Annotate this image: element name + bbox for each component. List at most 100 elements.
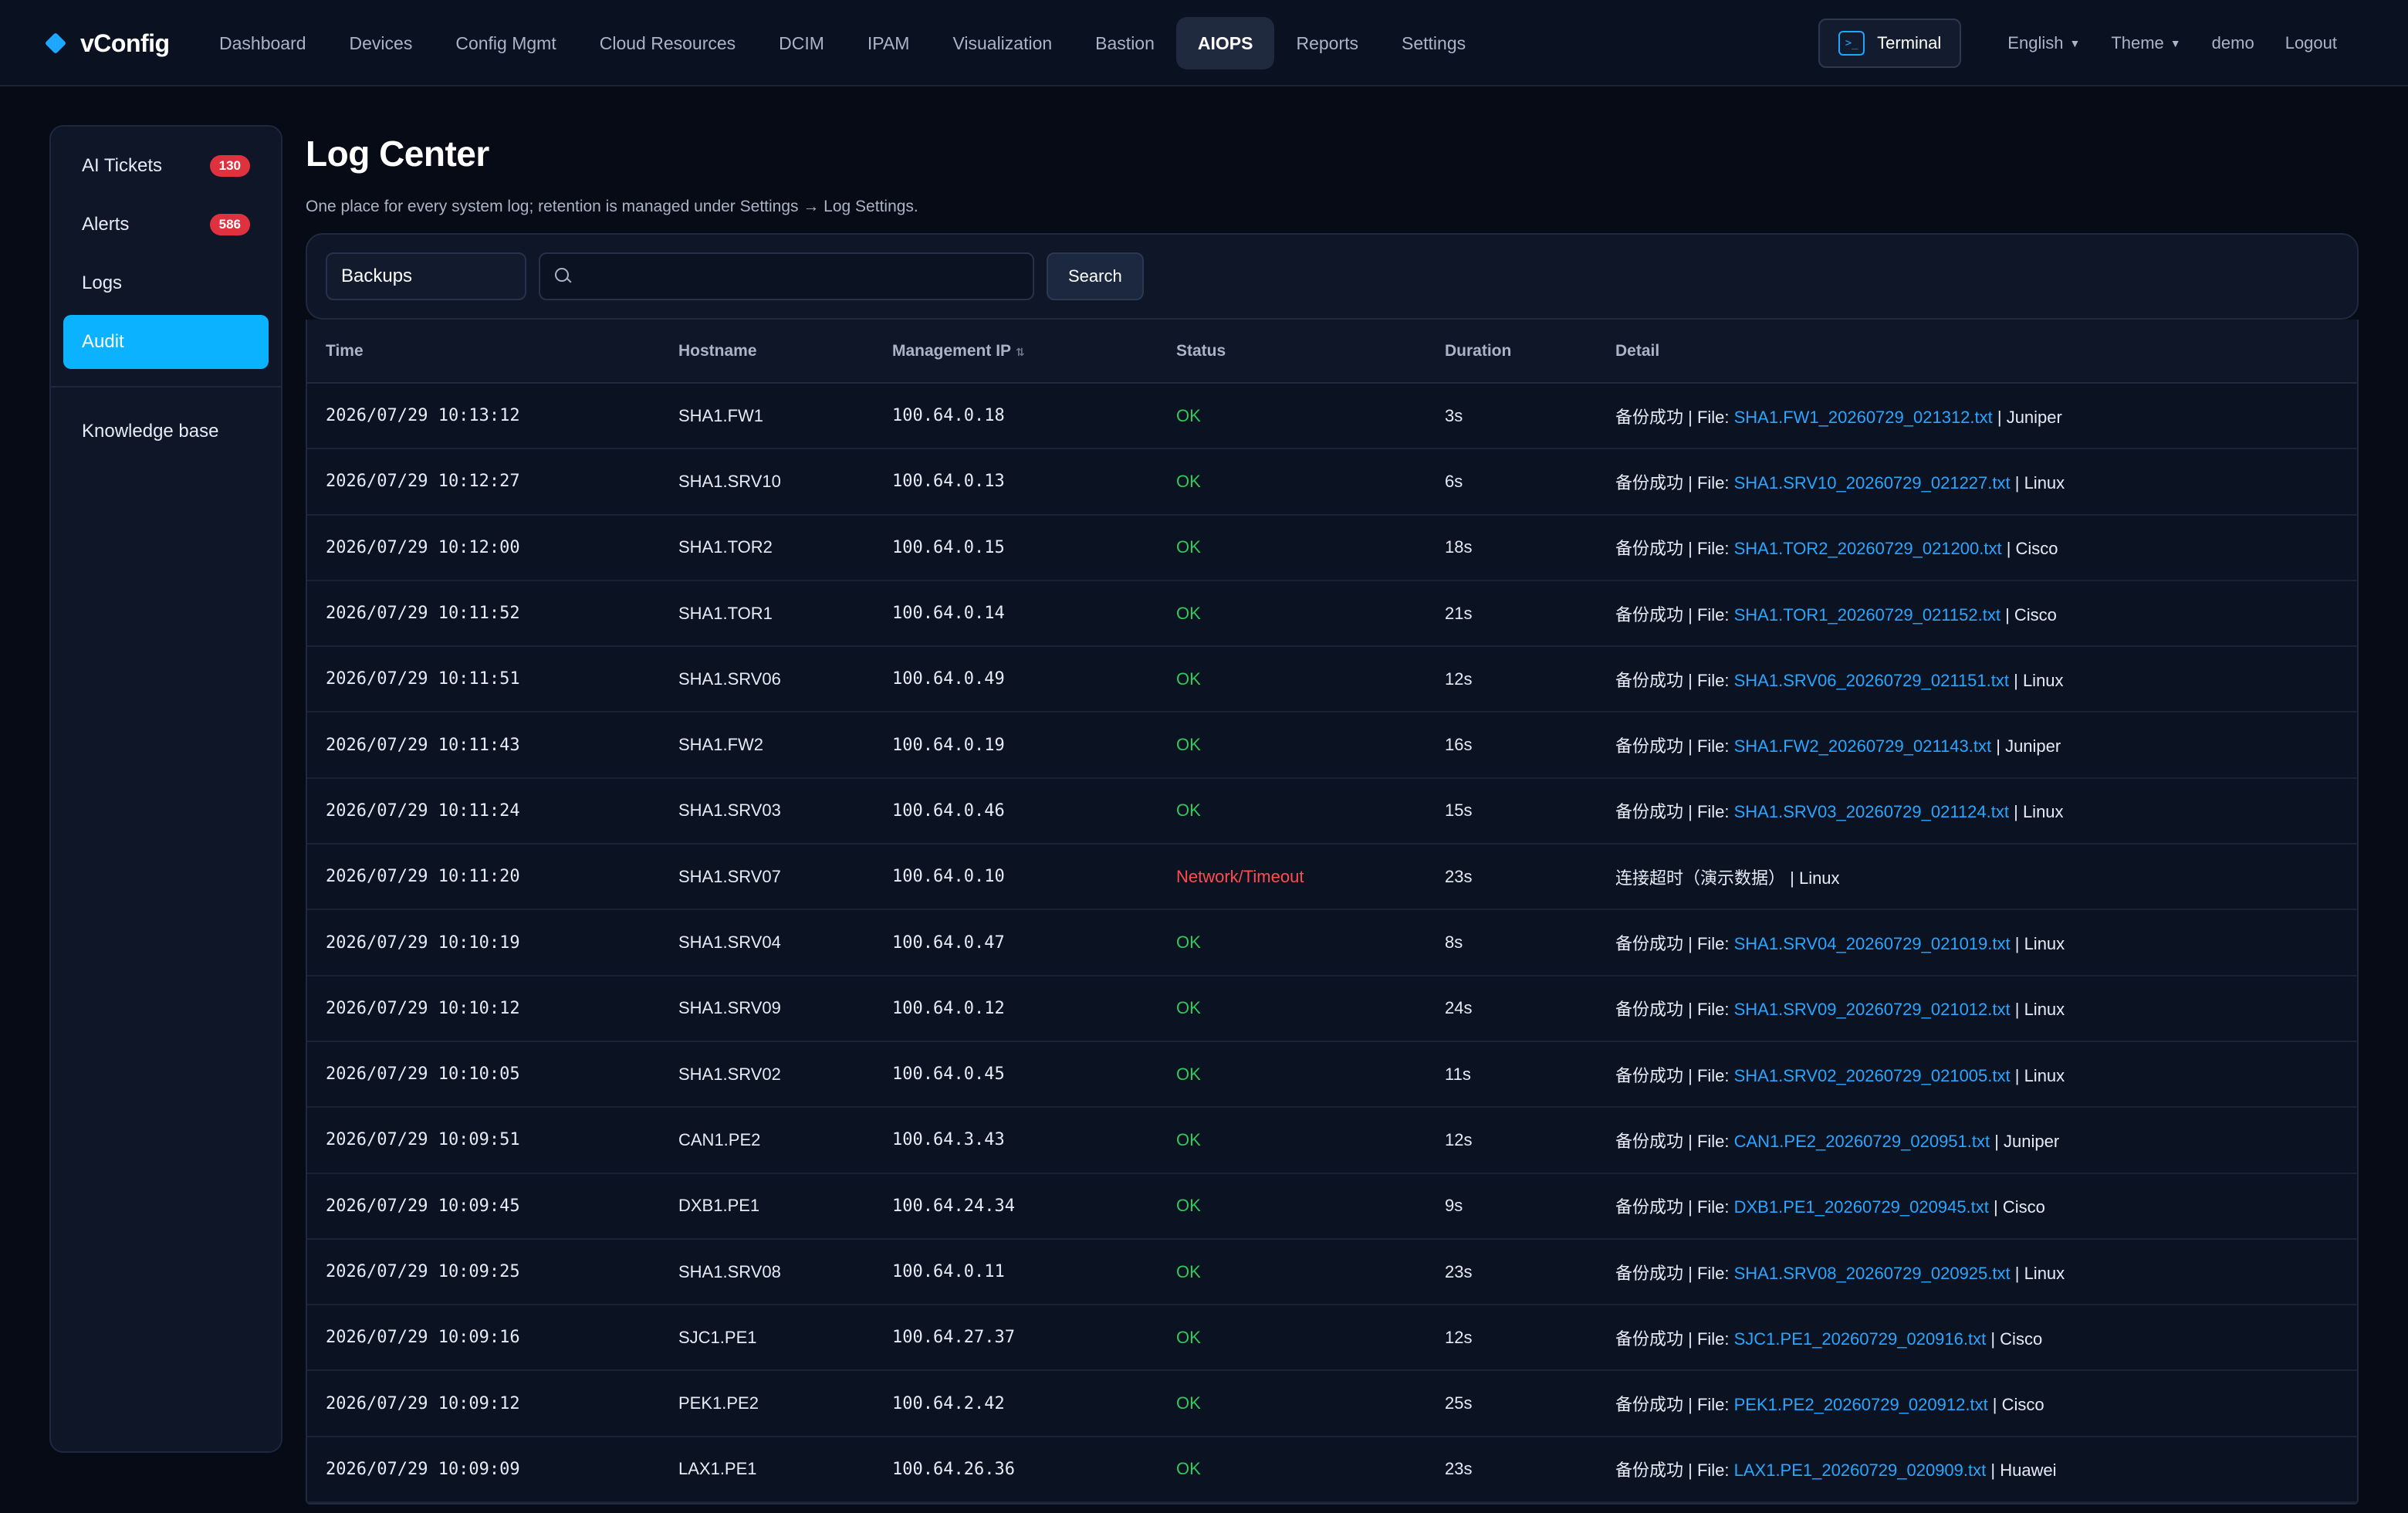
- logout-link[interactable]: Logout: [2285, 33, 2337, 53]
- nav-item-config-mgmt[interactable]: Config Mgmt: [434, 17, 577, 69]
- sidebar-item-logs[interactable]: Logs: [63, 256, 269, 310]
- table-row[interactable]: 2026/07/29 10:09:45 DXB1.PE1 100.64.24.34 O…: [307, 1173, 2357, 1239]
- table-row[interactable]: 2026/07/29 10:11:43 SHA1.FW2 100.64.0.19 OK…: [307, 712, 2357, 778]
- backup-file-link[interactable]: SHA1.SRV04_20260729_021019.txt: [1734, 934, 2011, 953]
- column-header-duration[interactable]: Duration: [1426, 320, 1597, 384]
- vendor-text: | Linux: [2010, 1065, 2065, 1085]
- category-select[interactable]: Backups: [326, 252, 526, 300]
- vendor-text: | Juniper: [1990, 1131, 2060, 1151]
- table-row[interactable]: 2026/07/29 10:09:16 SJC1.PE1 100.64.27.37 O…: [307, 1305, 2357, 1371]
- backup-file-link[interactable]: PEK1.PE2_20260729_020912.txt: [1734, 1395, 1988, 1414]
- table-row[interactable]: 2026/07/29 10:09:12 PEK1.PE2 100.64.2.42 OK…: [307, 1370, 2357, 1437]
- nav-item-devices[interactable]: Devices: [328, 17, 435, 69]
- search-button[interactable]: Search: [1047, 252, 1144, 300]
- nav-item-settings[interactable]: Settings: [1380, 17, 1487, 69]
- cell-time: 2026/07/29 10:11:20: [326, 867, 520, 887]
- cell-duration: 23s: [1445, 866, 1473, 886]
- nav-item-aiops[interactable]: AIOPS: [1175, 17, 1275, 69]
- backup-file-link[interactable]: SJC1.PE1_20260729_020916.txt: [1734, 1329, 1987, 1349]
- table-row[interactable]: 2026/07/29 10:10:19 SHA1.SRV04 100.64.0.47…: [307, 909, 2357, 976]
- backup-file-link[interactable]: SHA1.FW2_20260729_021143.txt: [1734, 736, 1992, 756]
- table-row[interactable]: 2026/07/29 10:12:00 SHA1.TOR2 100.64.0.15 O…: [307, 515, 2357, 580]
- backup-file-link[interactable]: SHA1.SRV06_20260729_021151.txt: [1734, 671, 2009, 690]
- cell-time: 2026/07/29 10:10:12: [326, 998, 520, 1018]
- sidebar-item-audit[interactable]: Audit: [63, 315, 269, 369]
- cell-detail: 备份成功 | File: SHA1.SRV08_20260729_020925.…: [1597, 1239, 2357, 1305]
- nav-item-dcim[interactable]: DCIM: [757, 17, 846, 69]
- cell-ip: 100.64.0.46: [892, 801, 1005, 821]
- sidebar-item-ai-tickets[interactable]: AI Tickets 130: [63, 139, 269, 193]
- table-row[interactable]: 2026/07/29 10:09:51 CAN1.PE2 100.64.3.43 OK…: [307, 1107, 2357, 1173]
- nav-item-visualization[interactable]: Visualization: [931, 17, 1074, 69]
- table-row[interactable]: 2026/07/29 10:13:12 SHA1.FW1 100.64.0.18 OK…: [307, 383, 2357, 449]
- cell-ip: 100.64.0.19: [892, 735, 1005, 755]
- table-row[interactable]: 2026/07/29 10:11:24 SHA1.SRV03 100.64.0.46…: [307, 778, 2357, 845]
- sidebar-item-label: Alerts: [82, 214, 130, 235]
- nav-item-reports[interactable]: Reports: [1274, 17, 1380, 69]
- cell-duration: 18s: [1445, 537, 1473, 557]
- search-field[interactable]: [539, 252, 1034, 300]
- theme-dropdown[interactable]: Theme ▼: [2111, 33, 2180, 53]
- backup-file-link[interactable]: SHA1.FW1_20260729_021312.txt: [1734, 408, 1993, 427]
- table-row[interactable]: 2026/07/29 10:10:12 SHA1.SRV09 100.64.0.12…: [307, 976, 2357, 1041]
- cell-status: OK: [1176, 603, 1201, 623]
- backup-file-link[interactable]: SHA1.SRV10_20260729_021227.txt: [1734, 473, 2011, 492]
- detail-text: 备份成功 | File:: [1615, 1197, 1734, 1217]
- column-header-management-ip[interactable]: Management IP ⇅: [874, 320, 1158, 384]
- search-input[interactable]: [585, 266, 1019, 286]
- cell-duration: 15s: [1445, 801, 1473, 821]
- column-header-detail[interactable]: Detail: [1597, 320, 2357, 384]
- backup-file-link[interactable]: SHA1.SRV09_20260729_021012.txt: [1734, 1000, 2011, 1019]
- filter-toolbar: Backups Search: [306, 233, 2359, 320]
- brand[interactable]: vConfig: [44, 22, 170, 65]
- table-row[interactable]: 2026/07/29 10:10:05 SHA1.SRV02 100.64.0.45…: [307, 1041, 2357, 1108]
- sort-icon[interactable]: ⇅: [1016, 346, 1025, 358]
- user-name[interactable]: demo: [2212, 33, 2254, 53]
- sidebar-item-alerts[interactable]: Alerts 586: [63, 198, 269, 252]
- cell-detail: 备份成功 | File: LAX1.PE1_20260729_020909.tx…: [1597, 1437, 2357, 1502]
- cell-duration: 16s: [1445, 735, 1473, 755]
- backup-file-link[interactable]: LAX1.PE1_20260729_020909.txt: [1734, 1461, 1987, 1480]
- detail-text: 备份成功 | File:: [1615, 1263, 1734, 1283]
- nav-item-dashboard[interactable]: Dashboard: [198, 17, 328, 69]
- page-title: Log Center: [306, 134, 489, 174]
- table-row[interactable]: 2026/07/29 10:11:20 SHA1.SRV07 100.64.0.10…: [307, 844, 2357, 910]
- cell-time: 2026/07/29 10:09:12: [326, 1393, 520, 1413]
- nav-item-ipam[interactable]: IPAM: [846, 17, 932, 69]
- table-row[interactable]: 2026/07/29 10:11:52 SHA1.TOR1 100.64.0.14 O…: [307, 580, 2357, 647]
- backup-file-link[interactable]: SHA1.SRV02_20260729_021005.txt: [1734, 1066, 2011, 1085]
- cell-detail: 备份成功 | File: SHA1.FW2_20260729_021143.tx…: [1597, 712, 2357, 777]
- backup-file-link[interactable]: SHA1.SRV03_20260729_021124.txt: [1734, 802, 2009, 821]
- table-row[interactable]: 2026/07/29 10:11:51 SHA1.SRV06 100.64.0.49…: [307, 646, 2357, 712]
- vendor-text: | Linux: [2010, 1000, 2065, 1020]
- column-header-time[interactable]: Time: [307, 320, 660, 384]
- language-dropdown[interactable]: English ▼: [2007, 33, 2080, 53]
- backup-file-link[interactable]: DXB1.PE1_20260729_020945.txt: [1734, 1197, 1989, 1217]
- table-row[interactable]: 2026/07/29 10:09:25 SHA1.SRV08 100.64.0.11…: [307, 1239, 2357, 1305]
- backup-file-link[interactable]: SHA1.TOR2_20260729_021200.txt: [1734, 539, 2002, 558]
- cell-duration: 23s: [1445, 1459, 1473, 1479]
- column-header-hostname[interactable]: Hostname: [660, 320, 874, 384]
- cell-duration: 12s: [1445, 1327, 1473, 1347]
- backup-file-link[interactable]: SHA1.TOR1_20260729_021152.txt: [1734, 605, 2000, 624]
- backup-file-link[interactable]: SHA1.SRV08_20260729_020925.txt: [1734, 1264, 2011, 1283]
- sidebar-item-knowledge-base[interactable]: Knowledge base: [63, 404, 269, 459]
- backup-file-link[interactable]: CAN1.PE2_20260729_020951.txt: [1734, 1132, 1990, 1151]
- detail-text: 备份成功 | File:: [1615, 1131, 1734, 1151]
- table-row[interactable]: 2026/07/29 10:12:27 SHA1.SRV10 100.64.0.13…: [307, 448, 2357, 515]
- vendor-text: | Linux: [2009, 670, 2064, 690]
- cell-time: 2026/07/29 10:09:09: [326, 1459, 520, 1479]
- terminal-button[interactable]: >_ Terminal: [1818, 19, 1962, 68]
- nav-item-bastion[interactable]: Bastion: [1074, 17, 1176, 69]
- detail-text: 备份成功 | File:: [1615, 1329, 1734, 1349]
- sidebar-menu: AI Tickets 130 Alerts 586 Logs Audit: [63, 139, 269, 369]
- detail-text: 备份成功 | File:: [1615, 472, 1734, 492]
- nav-item-cloud-resources[interactable]: Cloud Resources: [578, 17, 757, 69]
- column-header-status[interactable]: Status: [1158, 320, 1426, 384]
- cell-detail: 备份成功 | File: SHA1.SRV06_20260729_021151.…: [1597, 646, 2357, 712]
- detail-text: 备份成功 | File:: [1615, 1065, 1734, 1085]
- cell-ip: 100.64.0.13: [892, 472, 1005, 492]
- table-row[interactable]: 2026/07/29 10:09:09 LAX1.PE1 100.64.26.36 O…: [307, 1437, 2357, 1503]
- sidebar-bottom-menu: Knowledge base: [63, 404, 269, 459]
- cell-detail: 连接超时（演示数据） | Linux: [1597, 844, 2357, 909]
